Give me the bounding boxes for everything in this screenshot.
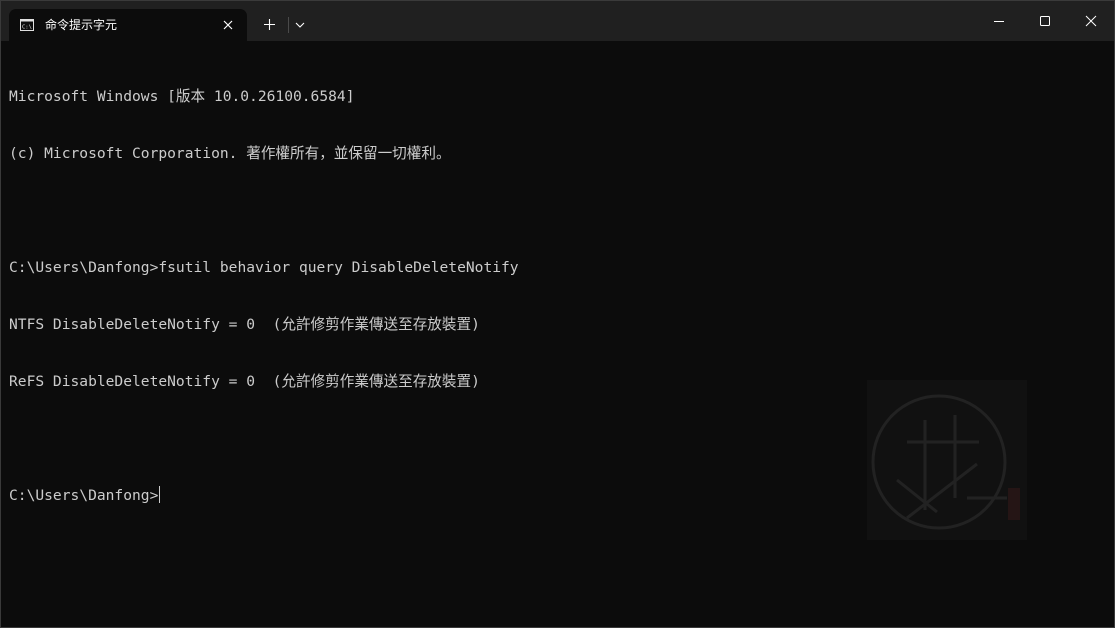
terminal-lines: Microsoft Windows [版本 10.0.26100.6584] (… [9,49,519,543]
terminal-window: C:\ 命令提示字元 Microsoft Windows [版本 10.0.26… [0,0,1115,628]
maximize-icon [1040,16,1050,26]
minimize-button[interactable] [976,1,1022,41]
maximize-button[interactable] [1022,1,1068,41]
cmd-terminal-icon: C:\ [20,19,34,31]
terminal-line: NTFS DisableDeleteNotify = 0 (允許修剪作業傳送至存… [9,316,480,333]
close-icon [1085,15,1097,27]
tab-command-prompt[interactable]: C:\ 命令提示字元 [9,9,247,42]
prompt-line: C:\Users\Danfong> [9,486,519,505]
terminal-line: (c) Microsoft Corporation. 著作權所有，並保留一切權利… [9,145,451,162]
terminal-line: ReFS DisableDeleteNotify = 0 (允許修剪作業傳送至存… [9,373,480,390]
title-bar: C:\ 命令提示字元 [1,1,1114,42]
terminal-line: C:\Users\Danfong>fsutil behavior query D… [9,259,519,276]
close-window-button[interactable] [1068,1,1114,41]
svg-text:C:\: C:\ [22,25,32,31]
seal-logo [871,394,1020,530]
tab-separator [288,17,289,33]
text-cursor [159,486,161,503]
chevron-down-icon[interactable] [295,21,305,29]
command-prompt: C:\Users\Danfong> [9,487,159,504]
watermark-logo [867,380,1027,540]
tab-title: 命令提示字元 [45,18,118,32]
plus-icon[interactable] [263,18,276,31]
terminal-output-area[interactable]: Microsoft Windows [版本 10.0.26100.6584] (… [1,41,1114,627]
terminal-line: Microsoft Windows [版本 10.0.26100.6584] [9,88,355,105]
close-icon[interactable] [221,18,235,32]
minimize-icon [994,21,1004,22]
